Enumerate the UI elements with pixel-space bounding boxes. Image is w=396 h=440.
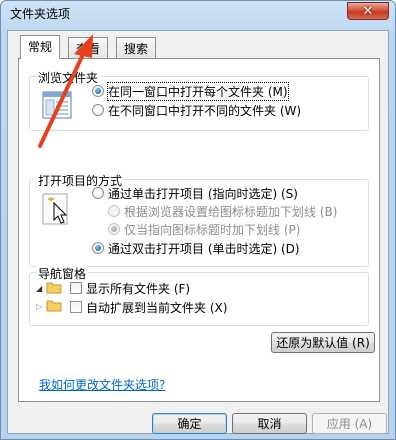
underline-point-label[interactable]: 仅当指向图标标题时加下划线 (P)	[124, 221, 300, 238]
show-all-folders-label[interactable]: 显示所有文件夹 (F)	[86, 280, 190, 297]
auto-expand-checkbox[interactable]	[70, 301, 82, 313]
new-window-label[interactable]: 在不同窗口中打开不同的文件夹 (W)	[108, 102, 301, 119]
collapsed-triangle-icon: ▷	[36, 302, 43, 311]
tab-search[interactable]: 搜索	[116, 37, 157, 58]
cancel-button[interactable]: 取消	[232, 413, 307, 434]
close-icon: ✕	[362, 3, 374, 19]
show-all-folders-checkbox[interactable]	[70, 282, 82, 294]
auto-expand-label[interactable]: 自动扩展到当前文件夹 (X)	[86, 299, 227, 316]
browse-folders-group-label: 浏览文件夹	[36, 69, 101, 86]
help-link[interactable]: 我如何更改文件夹选项?	[39, 376, 165, 393]
folder-icon	[46, 299, 62, 315]
apply-button[interactable]: 应用 (A)	[312, 413, 387, 434]
pointer-click-icon	[42, 193, 70, 230]
underline-browser-label[interactable]: 根据浏览器设置给图标标题加下划线 (B)	[124, 203, 337, 220]
browse-folders-group: 浏览文件夹 在同一窗口中打开每个文件夹 (M) 在不同窗口中打开不同的文件夹 (…	[29, 69, 369, 131]
ok-button[interactable]: 确定	[152, 413, 227, 434]
folder-window-icon	[42, 91, 72, 122]
expanded-triangle-icon: ◢	[36, 284, 43, 293]
double-click-label[interactable]: 通过双击打开项目 (单击时选定) (D)	[108, 240, 300, 257]
double-click-radio[interactable]	[92, 242, 104, 254]
underline-point-radio[interactable]	[108, 223, 120, 235]
tab-view[interactable]: 查看	[68, 37, 109, 58]
restore-defaults-button[interactable]: 还原为默认值 (R)	[271, 332, 375, 353]
same-window-radio[interactable]	[92, 85, 104, 97]
single-click-radio[interactable]	[92, 187, 104, 199]
dialog-client-area: 常规 查看 搜索 浏览文件夹 在同一窗口中打开每个文件夹 (M) 在不同窗口中打…	[7, 30, 389, 434]
same-window-label[interactable]: 在同一窗口中打开每个文件夹 (M)	[107, 82, 289, 101]
click-items-group: 打开项目的方式 通过单击打开项目 (指向时选定) (S) 根据浏览器设置给图标标…	[29, 172, 369, 267]
single-click-label[interactable]: 通过单击打开项目 (指向时选定) (S)	[108, 185, 298, 202]
navigation-pane-group: 导航窗格 ◢ ▷ 显示所有文件夹 (F) 自动扩展到当前文件夹 (X)	[29, 265, 369, 326]
window-title: 文件夹选项	[10, 7, 71, 21]
general-tab-panel: 浏览文件夹 在同一窗口中打开每个文件夹 (M) 在不同窗口中打开不同的文件夹 (…	[18, 58, 380, 402]
tab-general[interactable]: 常规	[20, 35, 61, 59]
folder-icon	[46, 281, 62, 297]
folder-options-window: 文件夹选项 ✕ 常规 查看 搜索 浏览文件夹 在同一窗口中打开每个文件夹 (M)…	[0, 0, 396, 440]
title-bar[interactable]: 文件夹选项 ✕	[1, 1, 395, 25]
new-window-radio[interactable]	[92, 104, 104, 116]
navigation-pane-group-label: 导航窗格	[36, 265, 89, 282]
close-button[interactable]: ✕	[347, 2, 389, 20]
underline-browser-radio[interactable]	[108, 205, 120, 217]
